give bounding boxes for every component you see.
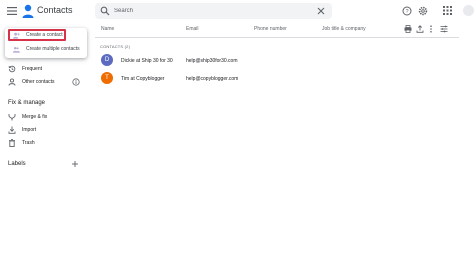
create-multiple-contacts-item[interactable]: Create multiple contacts xyxy=(5,44,87,55)
app-title: Contacts xyxy=(37,5,73,15)
table-row[interactable]: T Tim at Copyblogger help@copyblogger.co… xyxy=(95,72,459,86)
contacts-table: Name Email Phone number Job title & comp… xyxy=(95,22,474,258)
contact-email: help@ship30for30.com xyxy=(186,58,238,64)
add-label-icon[interactable] xyxy=(71,160,79,168)
header-divider xyxy=(95,37,459,38)
top-bar: Contacts ? xyxy=(0,0,474,22)
settings-icon xyxy=(418,6,427,15)
sidebar-item-label: Merge & fix xyxy=(22,114,48,120)
svg-text:?: ? xyxy=(405,9,408,15)
sidebar-item-label: Frequent xyxy=(22,66,43,72)
search-icon xyxy=(100,6,110,16)
create-multiple-contacts-label: Create multiple contacts xyxy=(26,46,80,52)
avatar: T xyxy=(101,72,113,84)
info-icon[interactable] xyxy=(72,78,80,86)
history-icon xyxy=(8,65,16,73)
merge-icon xyxy=(8,114,16,121)
create-menu: Create a contact Create multiple contact… xyxy=(5,28,87,58)
table-row[interactable]: D Dickie at Ship 30 for 30 help@ship30fo… xyxy=(95,54,459,68)
menu-icon xyxy=(7,7,17,15)
people-add-icon xyxy=(13,46,20,53)
sidebar-item-label: Import xyxy=(22,127,37,133)
help-icon: ? xyxy=(402,6,411,15)
column-header-name[interactable]: Name xyxy=(101,26,114,32)
column-header-email[interactable]: Email xyxy=(186,26,199,32)
contact-email: help@copyblogger.com xyxy=(186,76,239,82)
person-icon xyxy=(8,78,16,86)
contact-name: Dickie at Ship 30 for 30 xyxy=(121,58,173,64)
print-icon[interactable] xyxy=(404,25,412,33)
sidebar-item-other-contacts[interactable]: Other contacts xyxy=(0,77,88,87)
avatar: D xyxy=(101,54,113,66)
sidebar-item-import[interactable]: Import xyxy=(0,125,88,135)
sidebar-item-trash[interactable]: Trash xyxy=(0,138,88,148)
help-button[interactable]: ? xyxy=(401,5,412,16)
create-contact-label: Create a contact xyxy=(26,32,63,38)
column-header-job[interactable]: Job title & company xyxy=(322,26,366,32)
more-vert-icon[interactable] xyxy=(427,25,435,33)
labels-heading: Labels xyxy=(8,161,26,167)
search-bar[interactable] xyxy=(95,3,332,19)
main-menu-button[interactable] xyxy=(4,3,20,19)
sidebar-item-merge-fix[interactable]: Merge & fix xyxy=(0,112,88,122)
sidebar-item-label: Trash xyxy=(22,140,35,146)
sidebar-item-frequent[interactable]: Frequent xyxy=(0,64,88,74)
import-icon xyxy=(8,126,16,134)
close-icon[interactable] xyxy=(316,6,326,16)
column-header-phone[interactable]: Phone number xyxy=(254,26,287,32)
create-contact-item[interactable]: Create a contact xyxy=(5,30,87,41)
account-avatar[interactable] xyxy=(463,5,474,16)
fix-manage-heading: Fix & manage xyxy=(8,100,46,106)
sidebar-item-label: Other contacts xyxy=(22,79,55,85)
search-input[interactable] xyxy=(114,5,304,17)
trash-icon xyxy=(9,139,15,147)
apps-button[interactable] xyxy=(442,5,453,16)
export-icon[interactable] xyxy=(416,25,424,33)
contact-name: Tim at Copyblogger xyxy=(121,76,165,82)
contacts-logo xyxy=(22,4,34,18)
apps-icon xyxy=(443,6,452,15)
column-settings-icon[interactable] xyxy=(440,25,448,33)
settings-button[interactable] xyxy=(417,5,428,16)
contacts-count-label: CONTACTS (2) xyxy=(100,44,131,49)
person-add-icon xyxy=(13,32,20,39)
